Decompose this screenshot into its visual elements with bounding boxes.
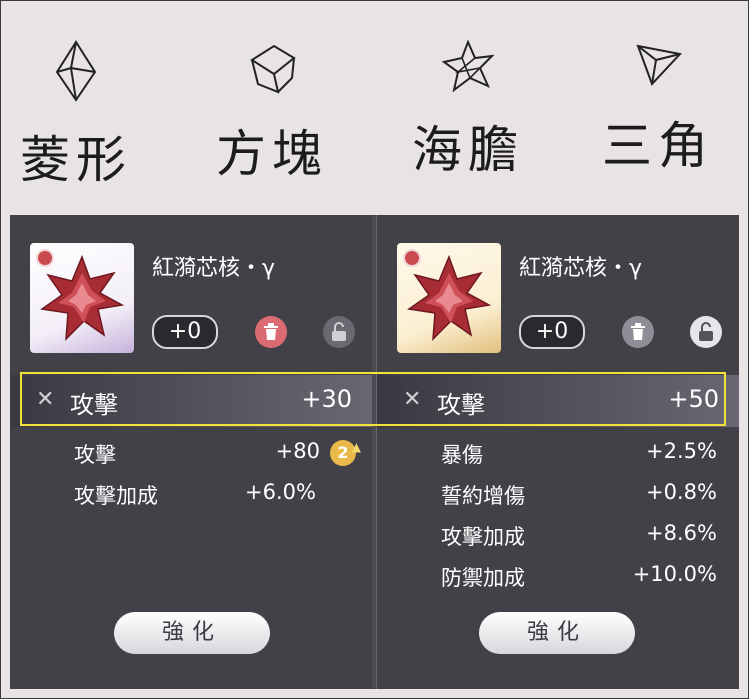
- sub-stat-value: +10.0%: [632, 562, 717, 586]
- sub-stat-row: 攻擊加成 +6.0%: [10, 476, 372, 512]
- lock-button[interactable]: [323, 316, 355, 348]
- trash-icon: [264, 323, 278, 340]
- sub-stat-row: 防禦加成 +10.0%: [377, 558, 739, 594]
- legend-item-triangle: 三角: [568, 40, 748, 178]
- main-stat-highlight-box: [20, 372, 726, 426]
- triangle-pyramid-icon: [636, 44, 682, 86]
- shape-legend: 菱形 方塊 海膽 三角: [0, 0, 749, 210]
- delete-button[interactable]: [622, 316, 654, 348]
- sub-stat-name: 攻擊: [74, 443, 116, 467]
- up-arrow-icon: ▲: [351, 440, 361, 454]
- legend-item-cube: 方塊: [182, 40, 362, 186]
- legend-label: 方塊: [216, 125, 328, 183]
- sub-stat-name: 攻擊加成: [74, 484, 158, 508]
- game-screen: ◆ ◆ 紅漪芯核・γ +0 ✕: [10, 215, 739, 689]
- red-star-core-icon: [407, 254, 492, 341]
- sub-stat-row: 暴傷 +2.5%: [377, 435, 739, 471]
- sub-stat-name: 暴傷: [441, 443, 483, 467]
- sub-stat-name: 防禦加成: [441, 566, 525, 590]
- sub-stat-row: 攻擊加成 +8.6%: [377, 517, 739, 553]
- legend-label: 菱形: [20, 131, 132, 189]
- sub-stat-name: 攻擊加成: [441, 525, 525, 549]
- sub-stat-name: 誓約增傷: [441, 484, 525, 508]
- item-name: 紅漪芯核・γ: [519, 256, 643, 281]
- sub-stat-value: +8.6%: [646, 521, 717, 545]
- unlocked-padlock-icon: [332, 322, 346, 341]
- sub-stat-value: +0.8%: [646, 480, 717, 504]
- lock-button[interactable]: [690, 316, 722, 348]
- item-thumbnail[interactable]: [30, 243, 134, 353]
- sub-stat-value: +80: [275, 439, 320, 463]
- rhombus-crystal-icon: [55, 40, 97, 102]
- legend-label: 海膽: [412, 121, 524, 179]
- upgrade-count: 2: [337, 443, 349, 462]
- enhance-button[interactable]: 強化: [114, 612, 270, 654]
- trash-icon: [631, 323, 645, 340]
- sub-stat-row: 攻擊 +80 2 ▲: [10, 435, 372, 471]
- sub-stat-row: 誓約增傷 +0.8%: [377, 476, 739, 512]
- unlocked-padlock-icon: [699, 322, 713, 341]
- urchin-star-icon: [442, 40, 494, 92]
- upgrade-count-badge: 2 ▲: [330, 440, 361, 466]
- sub-stat-value: +6.0%: [245, 480, 316, 504]
- sub-stat-value: +2.5%: [646, 439, 717, 463]
- item-name: 紅漪芯核・γ: [152, 256, 276, 281]
- red-star-core-icon: [40, 254, 125, 341]
- core-card-right: 紅漪芯核・γ +0 ✕ 攻擊 +50 暴傷 +2.5% 誓約增傷 +0.8% 攻…: [376, 215, 739, 689]
- legend-item-urchin: 海膽: [378, 40, 558, 182]
- enhance-button[interactable]: 強化: [479, 612, 635, 654]
- core-card-left: 紅漪芯核・γ +0 ✕ 攻擊 +30 攻擊 +80 2 ▲ 攻擊加成 +6.0%…: [10, 215, 372, 689]
- legend-item-rhombus: 菱形: [0, 40, 166, 192]
- cube-icon: [250, 44, 296, 94]
- item-thumbnail[interactable]: [397, 243, 501, 353]
- level-pill: +0: [519, 315, 585, 349]
- delete-button[interactable]: [255, 316, 287, 348]
- legend-label: 三角: [602, 117, 714, 175]
- level-pill: +0: [152, 315, 218, 349]
